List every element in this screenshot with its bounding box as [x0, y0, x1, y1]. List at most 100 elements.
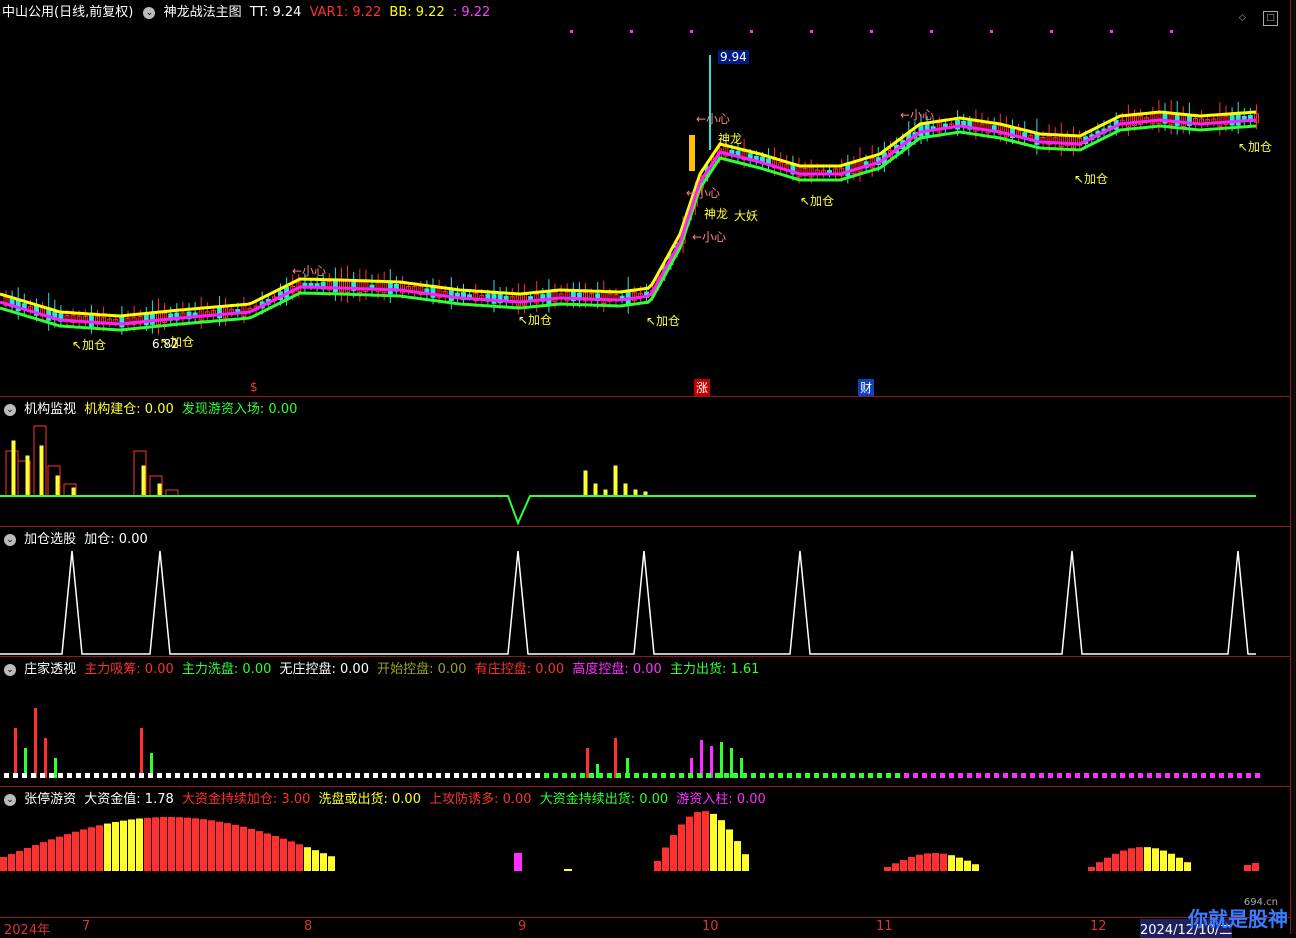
dealer-small-bar [1039, 773, 1044, 778]
dealer-small-bar [904, 773, 909, 778]
date-axis[interactable]: 2024年 7 8 9 10 11 12 2024/12/10/二 [0, 917, 1290, 938]
dealer-small-bar [751, 773, 756, 778]
dealer-small-bar [1183, 773, 1188, 778]
panel-institution-monitor[interactable]: ⌄ 机构监视 机构建仓: 0.00 发现游资入场: 0.00 [0, 397, 1290, 527]
dealer-small-bar [76, 773, 81, 778]
hot-money-bar [1112, 853, 1119, 871]
right-scrollbar[interactable] [1290, 0, 1296, 934]
dealer-small-bar [607, 773, 612, 778]
panel3-title[interactable]: 庄家透视 [24, 662, 76, 677]
panel-add-position[interactable]: ⌄ 加仓选股 加仓: 0.00 [0, 527, 1290, 657]
stock-name[interactable]: 中山公用 [2, 5, 54, 20]
dealer-small-bar [1120, 773, 1125, 778]
panel4-l5: 大资金持续出货: 0.00 [539, 792, 669, 807]
collapse-icon[interactable]: ⌄ [4, 533, 16, 546]
main-chart-panel[interactable]: 中山公用(日线,前复权) ⌄ 神龙战法主图 TT: 9.24 VAR1: 9.2… [0, 0, 1290, 397]
dealer-small-bar [463, 773, 468, 778]
indicator-name[interactable]: 神龙战法主图 [164, 5, 242, 20]
annotation-xiaoxin-2: ←小心 [686, 186, 721, 200]
dealer-bar [140, 728, 143, 778]
annotation-xiaoxin-3: ←小心 [692, 230, 727, 244]
tt-value: TT: 9.24 [249, 5, 302, 20]
collapse-icon[interactable]: ⌄ [4, 403, 16, 416]
dealer-small-bar [418, 773, 423, 778]
hot-money-bar [184, 817, 191, 871]
hot-money-bar [192, 818, 199, 871]
hot-money-bar [964, 860, 971, 871]
dealer-small-bar [1093, 773, 1098, 778]
panel3-l5: 有庄控盘: 0.00 [474, 662, 565, 677]
dealer-small-bar [733, 773, 738, 778]
collapse-icon[interactable]: ⌄ [143, 6, 156, 19]
hot-money-bar [1104, 857, 1111, 871]
maximize-icon[interactable]: □ [1263, 11, 1278, 26]
dealer-small-bar [58, 773, 63, 778]
dealer-small-bar [526, 773, 531, 778]
dealer-small-bar [850, 773, 855, 778]
panel2-label1: 加仓: 0.00 [84, 532, 148, 547]
dealer-small-bar [868, 773, 873, 778]
dealer-small-bar [724, 773, 729, 778]
panel1-title[interactable]: 机构监视 [24, 402, 76, 417]
annotation-jiacang-7: ↖加仓 [1238, 140, 1273, 154]
dealer-small-bar [931, 773, 936, 778]
dealer-small-bar [895, 773, 900, 778]
panel4-l4: 上攻防诱多: 0.00 [429, 792, 532, 807]
hot-money-bar [948, 855, 955, 871]
hot-money-bar [112, 821, 119, 871]
dealer-small-bar [94, 773, 99, 778]
top-dot-marker [1110, 30, 1113, 33]
dealer-small-bar [436, 773, 441, 778]
annotation-jiacang-1: ↖加仓 [72, 338, 107, 352]
dealer-small-bar [1111, 773, 1116, 778]
dealer-small-bar [1246, 773, 1251, 778]
annotation-dayao: 大妖 [734, 209, 759, 223]
diamond-icon[interactable]: ◇ [1236, 12, 1249, 25]
collapse-icon[interactable]: ⌄ [4, 663, 16, 676]
panel2-header: ⌄ 加仓选股 加仓: 0.00 [2, 528, 152, 547]
dealer-small-bar [481, 773, 486, 778]
axis-label-year: 2024年 [4, 923, 51, 938]
dealer-small-bar [364, 773, 369, 778]
dealer-small-bar [67, 773, 72, 778]
panel-limit-up-hot-money[interactable]: ⌄ 张停游资 大资金值: 1.78 大资金持续加仓: 3.00 洗盘或出货: 0… [0, 787, 1290, 916]
dealer-small-bar [121, 773, 126, 778]
dealer-small-bar [706, 773, 711, 778]
dealer-small-bar [1048, 773, 1053, 778]
panel1-label2: 发现游资入场: 0.00 [181, 402, 298, 417]
axis-label-jul: 7 [82, 919, 91, 934]
hot-money-bar [726, 829, 733, 871]
panel4-title[interactable]: 张停游资 [24, 792, 76, 807]
hot-money-bar [32, 845, 39, 871]
dealer-small-bar [103, 773, 108, 778]
candle-body [149, 313, 155, 325]
panel2-title[interactable]: 加仓选股 [24, 532, 76, 547]
panel3-header: ⌄ 庄家透视 主力吸筹: 0.00 主力洗盘: 0.00 无庄控盘: 0.00 … [2, 658, 763, 677]
annotation-xiaoxin-5: ←小心 [900, 108, 935, 122]
hot-money-bar [272, 836, 279, 871]
dealer-bar [720, 742, 723, 778]
top-dot-marker [870, 30, 873, 33]
collapse-icon[interactable]: ⌄ [4, 793, 16, 806]
hot-money-bar [734, 841, 741, 871]
indicator-bar [141, 465, 146, 497]
dealer-small-bar [4, 773, 9, 778]
top-dot-marker [630, 30, 633, 33]
dealer-small-bar [697, 773, 702, 778]
dealer-bar [586, 748, 589, 778]
marker-zhang[interactable]: 涨 [694, 379, 711, 396]
hot-money-bar [654, 861, 661, 871]
panel-dealer-perspective[interactable]: ⌄ 庄家透视 主力吸筹: 0.00 主力洗盘: 0.00 无庄控盘: 0.00 … [0, 657, 1290, 787]
hot-money-bar [924, 853, 931, 871]
marker-s[interactable]: $ [248, 380, 260, 394]
hot-money-bar [224, 823, 231, 871]
dealer-small-bar [589, 773, 594, 778]
period-label[interactable]: (日线,前复权) [54, 5, 133, 20]
dealer-small-bar [193, 773, 198, 778]
hot-money-bar [1252, 863, 1259, 871]
marker-cai[interactable]: 财 [858, 379, 875, 396]
hot-money-bar [1244, 865, 1251, 871]
dealer-bar [730, 748, 733, 778]
hot-money-bar [320, 853, 327, 871]
panel4-l1: 大资金值: 1.78 [84, 792, 174, 807]
